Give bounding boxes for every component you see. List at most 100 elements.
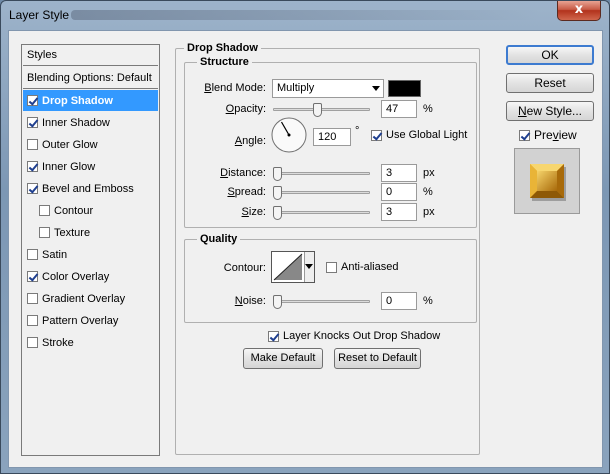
make-default-button[interactable]: Make Default (243, 348, 323, 369)
anti-aliased-checkbox[interactable]: Anti-aliased (326, 261, 398, 273)
styles-list-item[interactable]: Texture (23, 222, 158, 243)
reset-button[interactable]: Reset (506, 73, 594, 93)
style-item-label: Inner Shadow (42, 116, 110, 129)
style-checkbox[interactable] (27, 139, 38, 150)
drop-shadow-title: Drop Shadow (184, 42, 261, 54)
noise-slider[interactable] (273, 295, 370, 309)
styles-list-item[interactable]: Color Overlay (23, 266, 158, 287)
style-item-label: Outer Glow (42, 138, 98, 151)
distance-label: Distance: (220, 167, 266, 179)
quality-group: Quality Contour: Anti-aliased Noise: 0 % (184, 233, 477, 323)
new-style-button[interactable]: New Style... (506, 101, 594, 121)
preview-check[interactable] (519, 129, 530, 141)
title-bar-glass (71, 10, 541, 20)
style-checkbox[interactable] (27, 315, 38, 326)
styles-list-item[interactable]: Gradient Overlay (23, 288, 158, 309)
blend-mode-select[interactable]: Multiply (272, 79, 384, 98)
style-item-label: Color Overlay (42, 270, 110, 283)
contour-picker[interactable] (271, 251, 315, 283)
opacity-input[interactable]: 47 (381, 100, 417, 118)
spread-label: Spread: (227, 186, 266, 198)
close-icon: x (574, 2, 584, 17)
size-input[interactable]: 3 (381, 203, 417, 221)
preview-checkbox[interactable]: Preview (519, 128, 577, 142)
quality-title: Quality (197, 233, 241, 245)
preview-gem-icon (530, 164, 566, 201)
layer-style-dialog: Layer Style x Styles Blending Options: De… (0, 0, 610, 474)
styles-header[interactable]: Styles (23, 45, 158, 66)
spread-slider[interactable] (273, 186, 370, 200)
opacity-unit: % (423, 103, 433, 115)
contour-dropdown[interactable] (304, 252, 314, 282)
angle-label: Angle: (234, 135, 266, 147)
use-global-light-label: Use Global Light (386, 129, 468, 141)
style-checkbox[interactable] (27, 293, 38, 304)
styles-list-item[interactable]: Inner Glow (23, 156, 158, 177)
style-checkbox[interactable] (27, 249, 38, 260)
styles-list-item[interactable]: Contour (23, 200, 158, 221)
use-global-light-checkbox[interactable]: Use Global Light (371, 129, 467, 141)
styles-list-item[interactable]: Stroke (23, 332, 158, 353)
styles-header-label: Styles (27, 49, 57, 61)
chevron-down-icon (372, 86, 380, 91)
styles-list-item[interactable]: Drop Shadow (23, 90, 158, 111)
distance-input[interactable]: 3 (381, 164, 417, 182)
anti-aliased-check[interactable] (326, 261, 337, 273)
spread-input[interactable]: 0 (381, 183, 417, 201)
size-unit: px (423, 206, 435, 218)
opacity-slider-thumb[interactable] (313, 103, 322, 117)
noise-label: Noise: (234, 295, 266, 307)
style-item-label: Inner Glow (42, 160, 96, 173)
style-checkbox[interactable] (27, 337, 38, 348)
style-item-label: Satin (42, 248, 68, 261)
styles-list-item[interactable]: Blending Options: Default (23, 68, 158, 89)
style-item-label: Pattern Overlay (42, 314, 119, 327)
styles-list-item[interactable]: Satin (23, 244, 158, 265)
style-checkbox[interactable] (27, 95, 38, 106)
ok-button[interactable]: OK (506, 45, 594, 65)
style-item-label: Stroke (42, 336, 74, 349)
size-slider-thumb[interactable] (273, 206, 282, 220)
title-bar[interactable]: Layer Style x (1, 1, 609, 29)
distance-unit: px (423, 167, 435, 179)
close-button[interactable]: x (557, 1, 601, 21)
noise-input[interactable]: 0 (381, 292, 417, 310)
noise-slider-thumb[interactable] (273, 295, 282, 309)
distance-slider-thumb[interactable] (273, 167, 282, 181)
style-checkbox[interactable] (27, 161, 38, 172)
reset-to-default-button[interactable]: Reset to Default (334, 348, 421, 369)
distance-slider[interactable] (273, 167, 370, 181)
noise-unit: % (423, 295, 433, 307)
style-checkbox[interactable] (39, 205, 50, 216)
opacity-slider[interactable] (273, 103, 370, 117)
style-item-label: Bevel and Emboss (42, 182, 134, 195)
spread-slider-thumb[interactable] (273, 186, 282, 200)
knockout-check[interactable] (268, 330, 279, 342)
chevron-down-icon (305, 264, 313, 269)
preview-label: Preview (534, 128, 577, 142)
angle-unit: ° (355, 125, 360, 137)
styles-list-item[interactable]: Pattern Overlay (23, 310, 158, 331)
knockout-label: Layer Knocks Out Drop Shadow (283, 330, 441, 342)
window-title: Layer Style (9, 8, 70, 22)
blend-mode-value: Multiply (277, 82, 315, 94)
style-item-label: Drop Shadow (42, 94, 113, 107)
style-checkbox[interactable] (27, 271, 38, 282)
use-global-light-check[interactable] (371, 129, 382, 141)
style-checkbox[interactable] (39, 227, 50, 238)
structure-group: Structure Blend Mode: Multiply Opacity: … (184, 56, 477, 228)
shadow-color-swatch[interactable] (388, 80, 421, 97)
styles-list-item[interactable]: Bevel and Emboss (23, 178, 158, 199)
size-slider[interactable] (273, 206, 370, 220)
styles-list-item[interactable]: Inner Shadow (23, 112, 158, 133)
style-item-label: Texture (54, 226, 91, 239)
style-checkbox[interactable] (27, 183, 38, 194)
knockout-checkbox[interactable]: Layer Knocks Out Drop Shadow (268, 330, 440, 342)
spread-unit: % (423, 186, 433, 198)
dialog-body: Styles Blending Options: Default Drop Shad… (8, 30, 603, 468)
style-checkbox[interactable] (27, 117, 38, 128)
styles-list-item[interactable]: Outer Glow (23, 134, 158, 155)
style-preview (514, 148, 580, 214)
angle-input[interactable]: 120 (313, 128, 351, 146)
angle-dial[interactable] (270, 116, 308, 154)
